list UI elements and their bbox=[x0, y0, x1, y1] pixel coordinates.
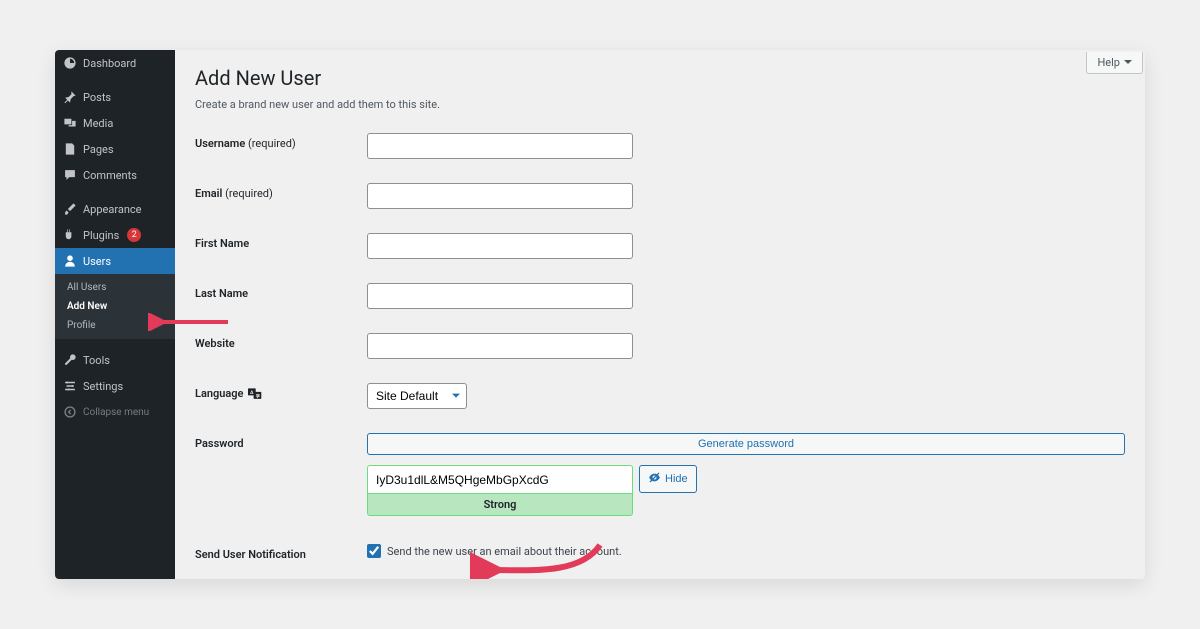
sidebar-item-settings[interactable]: Settings bbox=[55, 373, 175, 399]
sidebar-collapse[interactable]: Collapse menu bbox=[55, 399, 175, 425]
lastname-input[interactable] bbox=[367, 283, 633, 309]
sidebar-item-label: Tools bbox=[83, 354, 110, 367]
sidebar-item-users[interactable]: Users bbox=[55, 248, 175, 274]
translate-icon: A字 bbox=[248, 388, 262, 400]
sidebar-item-plugins[interactable]: Plugins 2 bbox=[55, 222, 175, 248]
page-description: Create a brand new user and add them to … bbox=[195, 98, 1125, 111]
notification-text: Send the new user an email about their a… bbox=[387, 545, 622, 558]
eye-slash-icon bbox=[648, 471, 661, 487]
collapse-label: Collapse menu bbox=[83, 407, 149, 418]
website-label: Website bbox=[195, 333, 367, 350]
sidebar-item-label: Appearance bbox=[83, 203, 142, 216]
sidebar-item-pages[interactable]: Pages bbox=[55, 136, 175, 162]
main-content: Help Add New User Create a brand new use… bbox=[175, 50, 1145, 579]
wrench-icon bbox=[63, 353, 77, 367]
language-select[interactable]: Site Default bbox=[367, 383, 467, 409]
plugin-icon bbox=[63, 228, 77, 242]
submenu-all-users[interactable]: All Users bbox=[55, 278, 175, 297]
notification-label: Send User Notification bbox=[195, 544, 367, 561]
admin-sidebar: Dashboard Posts Media Pages Comments App… bbox=[55, 50, 175, 579]
pin-icon bbox=[63, 90, 77, 104]
hide-password-button[interactable]: Hide bbox=[639, 465, 697, 493]
firstname-input[interactable] bbox=[367, 233, 633, 259]
username-label: Username (required) bbox=[195, 133, 367, 150]
email-input[interactable] bbox=[367, 183, 633, 209]
sidebar-item-appearance[interactable]: Appearance bbox=[55, 196, 175, 222]
submenu-add-new[interactable]: Add New bbox=[55, 297, 175, 316]
sidebar-item-media[interactable]: Media bbox=[55, 110, 175, 136]
update-badge: 2 bbox=[127, 228, 141, 242]
chevron-down-icon bbox=[1124, 60, 1132, 68]
sidebar-item-label: Plugins bbox=[83, 229, 119, 242]
help-tab[interactable]: Help bbox=[1086, 52, 1143, 74]
password-input[interactable] bbox=[367, 465, 633, 493]
sidebar-item-label: Comments bbox=[83, 169, 137, 182]
page-title: Add New User bbox=[195, 66, 1125, 90]
notification-checkbox-row[interactable]: Send the new user an email about their a… bbox=[367, 544, 1125, 558]
website-input[interactable] bbox=[367, 333, 633, 359]
brush-icon bbox=[63, 202, 77, 216]
sidebar-item-dashboard[interactable]: Dashboard bbox=[55, 50, 175, 76]
submenu-profile[interactable]: Profile bbox=[55, 316, 175, 335]
sidebar-submenu-users: All Users Add New Profile bbox=[55, 274, 175, 339]
sidebar-item-label: Users bbox=[83, 255, 111, 268]
email-label: Email (required) bbox=[195, 183, 367, 200]
notification-checkbox[interactable] bbox=[367, 544, 381, 558]
password-label: Password bbox=[195, 433, 367, 450]
sidebar-item-label: Settings bbox=[83, 380, 123, 393]
sidebar-item-comments[interactable]: Comments bbox=[55, 162, 175, 188]
collapse-icon bbox=[63, 405, 77, 419]
user-icon bbox=[63, 254, 77, 268]
sidebar-item-label: Pages bbox=[83, 143, 114, 156]
sidebar-item-label: Media bbox=[83, 117, 113, 130]
hide-label: Hide bbox=[665, 473, 688, 485]
username-input[interactable] bbox=[367, 133, 633, 159]
sidebar-item-tools[interactable]: Tools bbox=[55, 347, 175, 373]
generate-password-button[interactable]: Generate password bbox=[367, 433, 1125, 455]
language-label: Language A字 bbox=[195, 383, 367, 400]
help-label: Help bbox=[1097, 56, 1120, 69]
firstname-label: First Name bbox=[195, 233, 367, 250]
media-icon bbox=[63, 116, 77, 130]
lastname-label: Last Name bbox=[195, 283, 367, 300]
comment-icon bbox=[63, 168, 77, 182]
sidebar-item-posts[interactable]: Posts bbox=[55, 84, 175, 110]
settings-icon bbox=[63, 379, 77, 393]
password-strength: Strong bbox=[367, 493, 633, 516]
sidebar-item-label: Dashboard bbox=[83, 57, 136, 70]
sidebar-item-label: Posts bbox=[83, 91, 111, 104]
dashboard-icon bbox=[63, 56, 77, 70]
page-icon bbox=[63, 142, 77, 156]
